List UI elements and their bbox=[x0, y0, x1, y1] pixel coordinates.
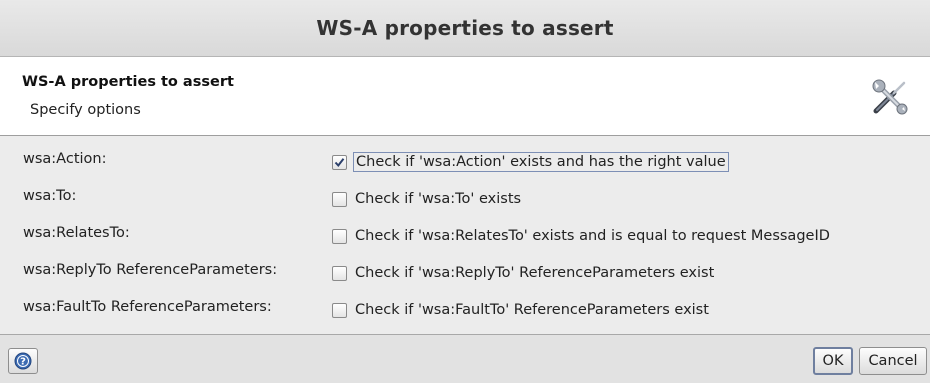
wsa-relatesto-checkbox[interactable] bbox=[332, 228, 347, 244]
wsa-to-checkbox[interactable] bbox=[332, 191, 347, 207]
row-wsa-replyto: wsa:ReplyTo ReferenceParameters: Check i… bbox=[0, 259, 930, 285]
checkmark-icon bbox=[334, 157, 345, 167]
header-subtitle: Specify options bbox=[30, 102, 141, 118]
window-titlebar: WS-A properties to assert bbox=[0, 0, 930, 57]
help-icon: ? bbox=[14, 352, 32, 370]
row-wsa-action: wsa:Action: Check if 'wsa:Action' exists… bbox=[0, 148, 930, 174]
ok-button[interactable]: OK bbox=[813, 347, 853, 375]
wsa-action-checkbox-group[interactable]: Check if 'wsa:Action' exists and has the… bbox=[332, 151, 729, 173]
wsa-to-checkbox-group[interactable]: Check if 'wsa:To' exists bbox=[332, 188, 523, 210]
row-wsa-to: wsa:To: Check if 'wsa:To' exists bbox=[0, 185, 930, 211]
wsa-action-checkbox[interactable] bbox=[332, 154, 347, 170]
header-title: WS-A properties to assert bbox=[22, 74, 234, 90]
window-title: WS-A properties to assert bbox=[316, 16, 614, 40]
help-button[interactable]: ? bbox=[8, 348, 38, 374]
svg-text:?: ? bbox=[20, 357, 26, 368]
wsa-replyto-checkbox-group[interactable]: Check if 'wsa:ReplyTo' ReferenceParamete… bbox=[332, 262, 716, 284]
checkbox-label[interactable]: Check if 'wsa:RelatesTo' exists and is e… bbox=[353, 227, 832, 245]
row-wsa-faultto: wsa:FaultTo ReferenceParameters: Check i… bbox=[0, 296, 930, 322]
row-label: wsa:RelatesTo: bbox=[23, 225, 130, 241]
checkbox-label[interactable]: Check if 'wsa:FaultTo' ReferenceParamete… bbox=[353, 301, 711, 319]
wsa-faultto-checkbox[interactable] bbox=[332, 302, 347, 318]
dialog-footer: ? OK Cancel bbox=[0, 334, 930, 383]
options-form: wsa:Action: Check if 'wsa:Action' exists… bbox=[0, 136, 930, 334]
cancel-button[interactable]: Cancel bbox=[859, 347, 927, 375]
row-label: wsa:FaultTo ReferenceParameters: bbox=[23, 299, 272, 315]
checkbox-label[interactable]: Check if 'wsa:ReplyTo' ReferenceParamete… bbox=[353, 264, 716, 282]
checkbox-label[interactable]: Check if 'wsa:To' exists bbox=[353, 190, 523, 208]
wsa-faultto-checkbox-group[interactable]: Check if 'wsa:FaultTo' ReferenceParamete… bbox=[332, 299, 711, 321]
dialog: WS-A properties to assert WS-A propertie… bbox=[0, 0, 930, 383]
wsa-replyto-checkbox[interactable] bbox=[332, 265, 347, 281]
dialog-header: WS-A properties to assert Specify option… bbox=[0, 57, 930, 136]
row-wsa-relatesto: wsa:RelatesTo: Check if 'wsa:RelatesTo' … bbox=[0, 222, 930, 248]
row-label: wsa:ReplyTo ReferenceParameters: bbox=[23, 262, 278, 278]
row-label: wsa:Action: bbox=[23, 151, 107, 167]
tools-icon bbox=[872, 79, 908, 115]
wsa-relatesto-checkbox-group[interactable]: Check if 'wsa:RelatesTo' exists and is e… bbox=[332, 225, 832, 247]
row-label: wsa:To: bbox=[23, 188, 77, 204]
checkbox-label[interactable]: Check if 'wsa:Action' exists and has the… bbox=[353, 152, 729, 172]
